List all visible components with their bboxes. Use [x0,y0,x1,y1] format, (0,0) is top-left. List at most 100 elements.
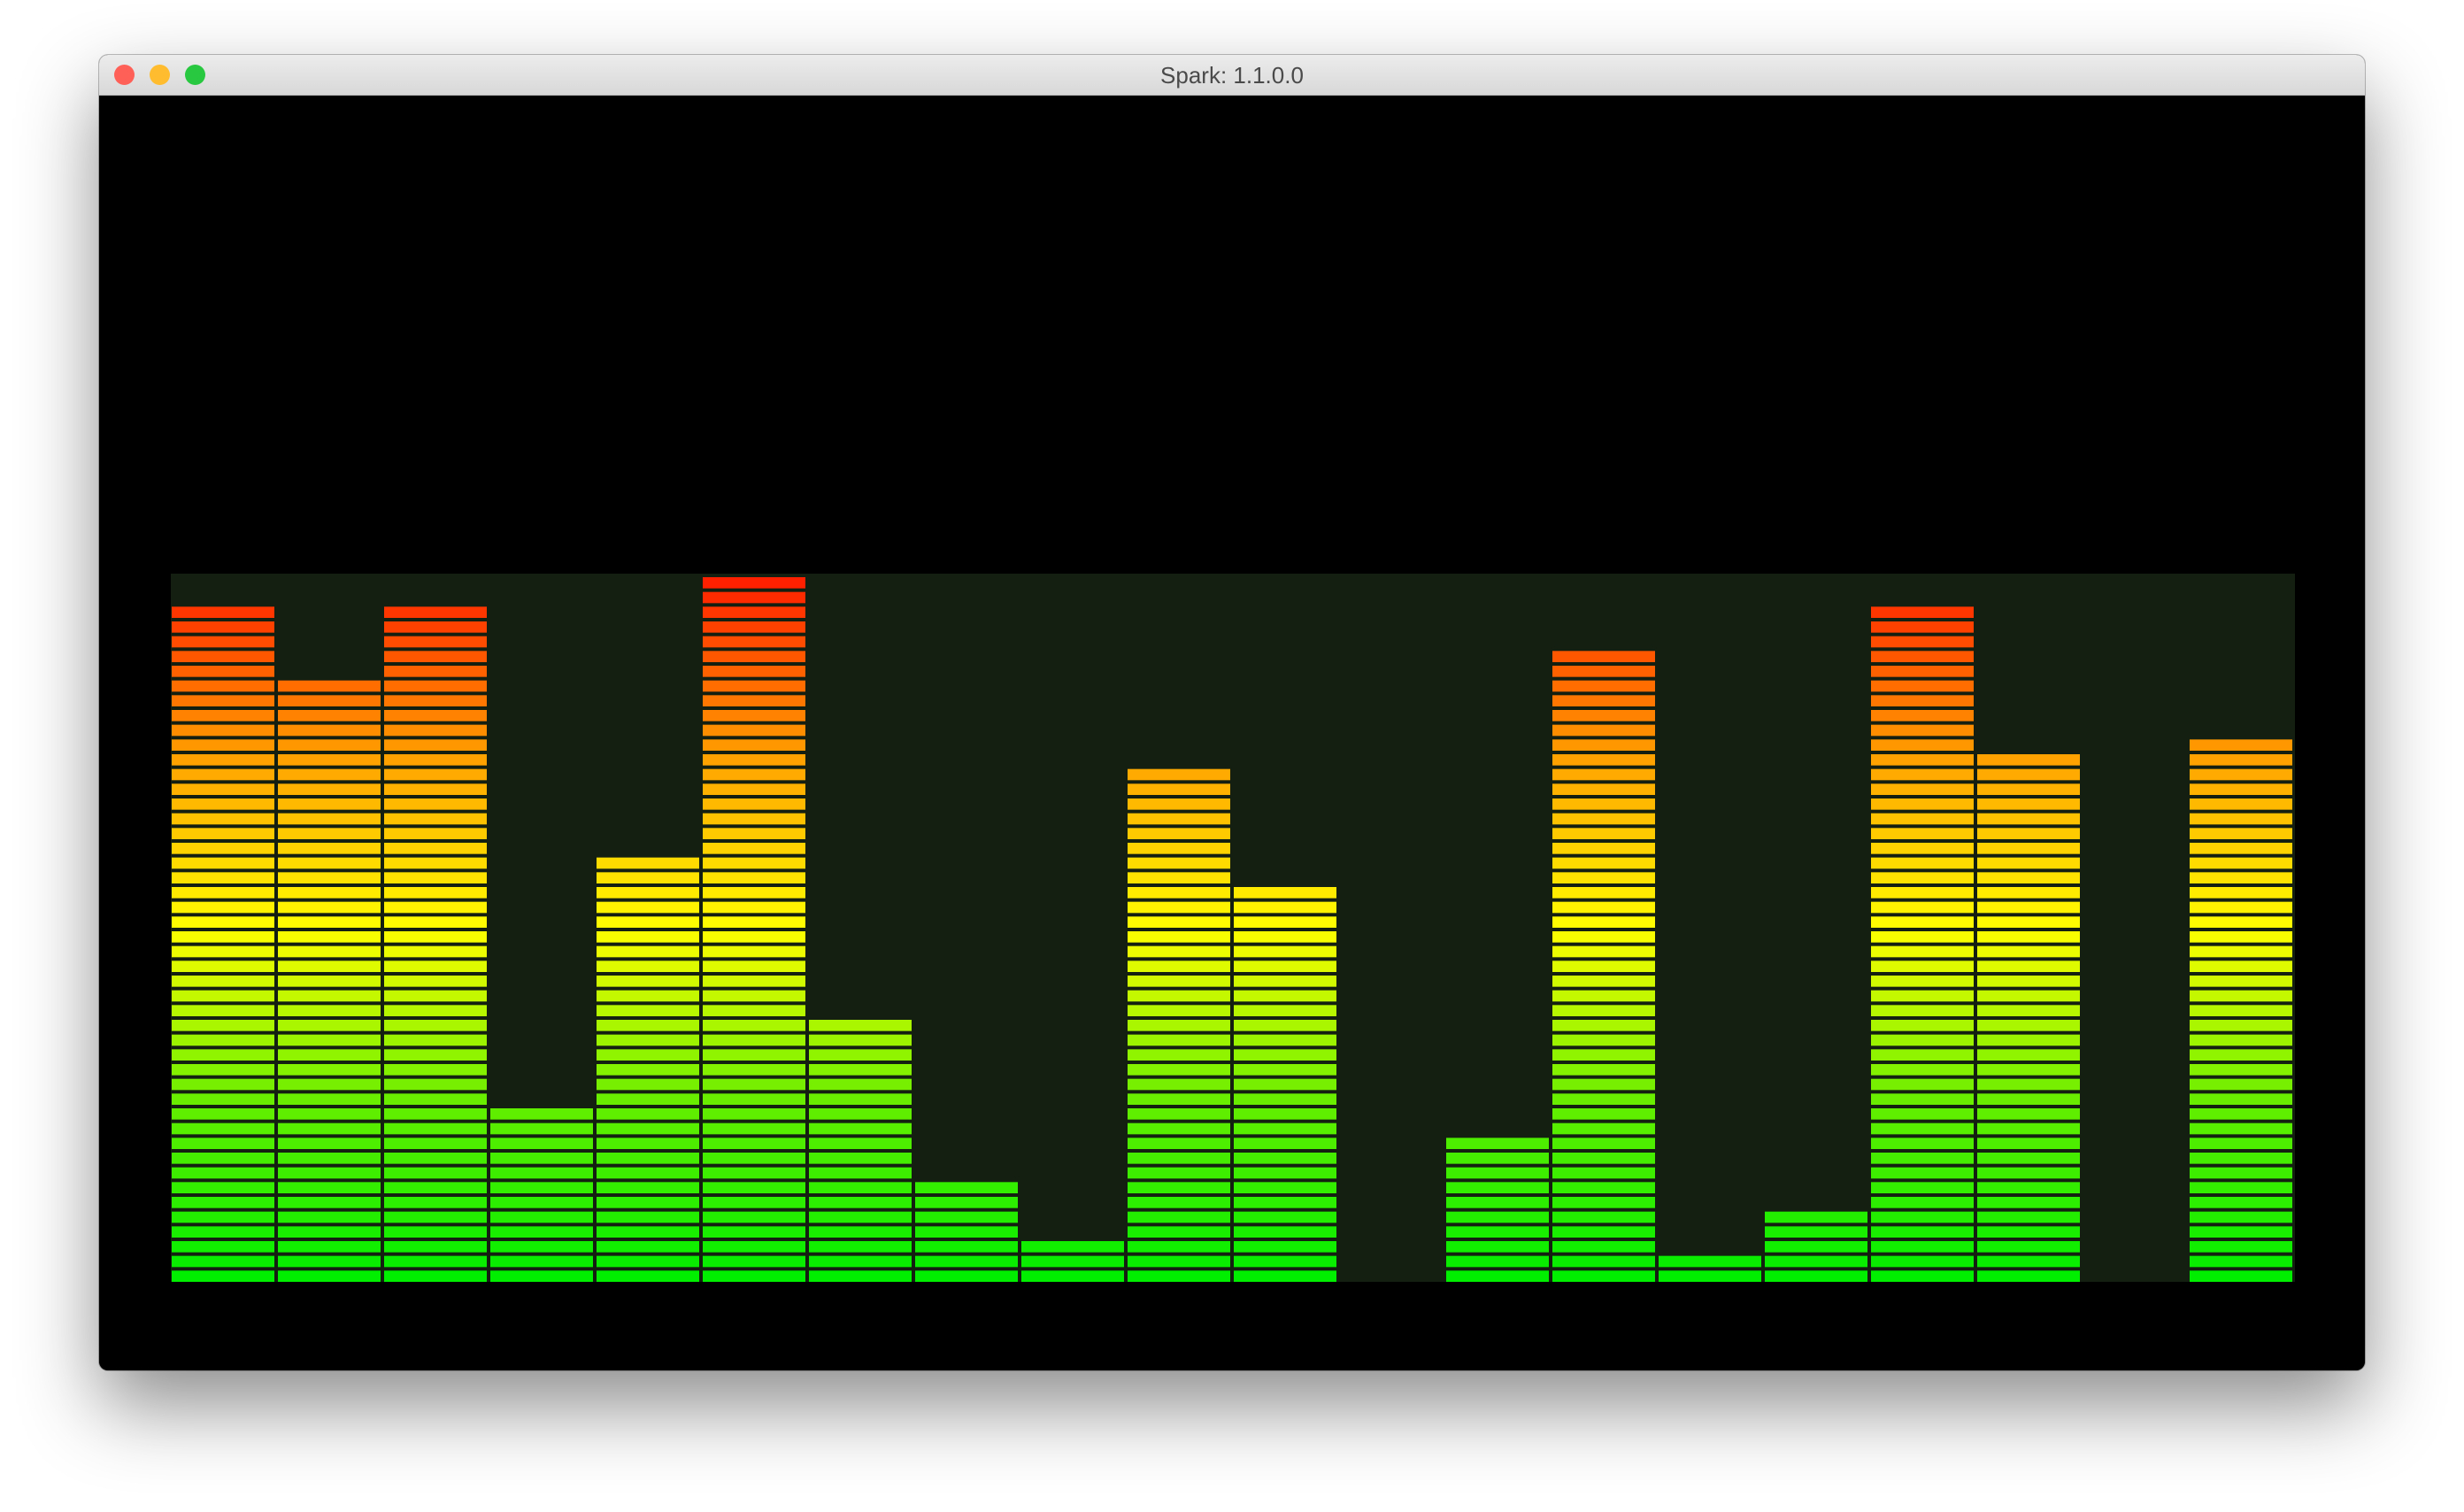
bar-segment [597,976,699,987]
visualizer-panel [171,574,2295,1282]
bar-segment [1128,1108,1230,1120]
bar-segment [1552,1241,1655,1253]
bar-segment [384,990,487,1002]
bar-segment [1977,1049,2080,1061]
bar-segment [172,798,274,810]
bar-segment [384,606,487,618]
bar-segment [172,1122,274,1135]
bar-segment [1446,1241,1549,1253]
bar-segment [703,754,805,766]
bar-segment [1552,724,1655,737]
bar-segment [1765,1211,1867,1223]
bar-segment [278,843,381,854]
bar-segment [1234,1226,1336,1238]
bar-segment [703,1255,805,1268]
bar-segment [1234,1255,1336,1268]
bar-segment [1977,798,2080,810]
bar-segment [1871,1093,1974,1105]
bar-segment [172,960,274,972]
bar-segment [1128,872,1230,883]
bar-segment [384,1138,487,1149]
bar-segment [1552,1255,1655,1268]
bar-segment [172,1197,274,1208]
bar-segment [1552,695,1655,706]
bar-segment [1446,1197,1549,1208]
bar-segment [1128,1270,1230,1282]
bar-segment [1234,1197,1336,1208]
bar-segment [1552,739,1655,751]
bar-segment [1128,1226,1230,1238]
bar-segment [703,945,805,958]
title-bar[interactable]: Spark: 1.1.0.0 [99,55,2365,96]
bar-segment [915,1255,1018,1268]
bar-segment [1552,901,1655,914]
bar-segment [1871,828,1974,839]
bar-segment [1871,1167,1974,1179]
bar-segment [597,945,699,958]
bar-segment [278,1122,381,1135]
bar-segment [703,1108,805,1120]
bar-segment [172,651,274,662]
bar-segment [1552,768,1655,781]
bar-segment [809,1241,912,1253]
bar-segment [1552,1122,1655,1135]
bar-segment [597,931,699,943]
bar-segment [703,1241,805,1253]
bar-segment [915,1197,1018,1208]
bar-segment [278,976,381,987]
bar-segment [703,976,805,987]
bar-segment [278,1049,381,1061]
bar-segment [1977,1255,2080,1268]
bar-segment [278,1211,381,1223]
bar-segment [1234,1064,1336,1076]
bar-segment [278,1182,381,1193]
bar-segment [172,606,274,618]
bar-segment [2190,887,2292,899]
bar-segment [384,1064,487,1076]
bar-segment [172,1049,274,1061]
bar-segment [597,1064,699,1076]
bar-segment [1871,1153,1974,1164]
bar-segment [1128,1167,1230,1179]
bar-segment [1977,1182,2080,1193]
bar-segment [1128,976,1230,987]
bar-segment [172,1241,274,1253]
bar-segment [1871,798,1974,810]
bar-segment [2190,1197,2292,1208]
bar-segment [384,1078,487,1091]
bar-segment [1765,1255,1867,1268]
bar-segment [384,1197,487,1208]
bar-segment [384,1270,487,1282]
spectrum-bar [915,1182,1018,1282]
bar-segment [172,1182,274,1193]
bar-segment [703,901,805,914]
bar-segment [384,1005,487,1016]
bar-segment [384,872,487,883]
bar-segment [172,1064,274,1076]
bar-segment [1977,754,2080,766]
bar-segment [1977,857,2080,869]
bar-segment [597,1226,699,1238]
bar-segment [1552,1153,1655,1164]
bar-segment [172,857,274,869]
bar-segment [172,1034,274,1046]
bar-segment [597,1093,699,1105]
bar-segment [2190,1093,2292,1105]
bar-segment [2190,872,2292,883]
bar-segment [597,872,699,883]
bar-segment [1234,1078,1336,1091]
bar-segment [1659,1270,1761,1282]
bar-segment [1128,828,1230,839]
bar-segment [703,931,805,943]
bar-segment [1871,1049,1974,1061]
bar-segment [1977,768,2080,781]
bar-segment [597,1241,699,1253]
bar-segment [1871,636,1974,648]
bar-segment [703,577,805,589]
bar-segment [1977,901,2080,914]
bar-segment [1552,916,1655,928]
bar-segment [278,1138,381,1149]
bar-segment [597,1049,699,1061]
bar-segment [597,960,699,972]
bar-segment [703,916,805,928]
